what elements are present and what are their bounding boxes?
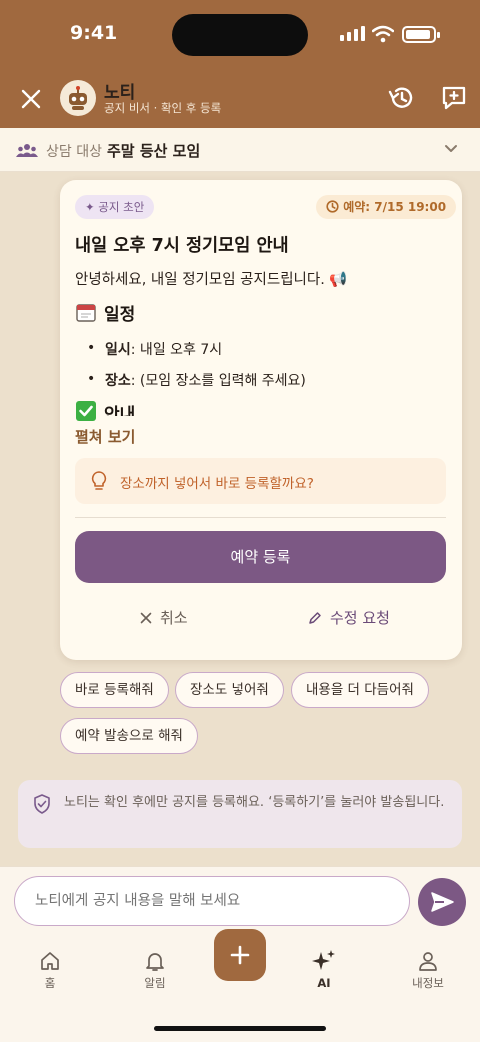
tab-alerts[interactable]: 알림 [115, 950, 195, 991]
create-button[interactable] [214, 929, 266, 981]
bullet-location: 장소: (모임 장소를 입력해 주세요) [105, 373, 306, 389]
dynamic-island [172, 14, 308, 56]
context-value: 주말 등산 모임 [107, 142, 201, 160]
context-label: 상담 대상 [46, 144, 102, 160]
schedule-badge: 예약: 7/15 19:00 [316, 195, 457, 219]
draft-badge-label: 공지 초안 [98, 200, 145, 214]
chip-add-location[interactable]: 장소도 넣어줘 [175, 672, 284, 708]
chip-schedule-send[interactable]: 예약 발송으로 해줘 [60, 718, 198, 754]
safety-notice [18, 780, 462, 848]
notice-title: 내일 오후 7시 정기모임 안내 [75, 236, 289, 256]
bullet-dot: • [87, 371, 96, 387]
signal-icon [340, 26, 365, 41]
home-icon [41, 952, 59, 970]
chip-refine-content[interactable]: 내용을 더 다듬어줘 [291, 672, 429, 708]
history-icon[interactable] [387, 84, 415, 112]
message-input[interactable] [14, 876, 410, 926]
group-icon [16, 144, 38, 157]
bullet-dot: • [87, 340, 96, 356]
section-heading-schedule: 일정 [104, 305, 136, 325]
home-indicator [154, 1026, 326, 1031]
tab-home-label: 홈 [44, 976, 56, 990]
check-mark-icon [76, 401, 96, 421]
send-button[interactable] [418, 878, 466, 926]
robot-avatar-icon [69, 86, 87, 110]
bullet-datetime: 일시: 내일 오후 7시 [105, 342, 223, 358]
battery-icon [402, 26, 440, 43]
send-icon [431, 892, 454, 912]
person-icon [419, 952, 437, 971]
tab-ai-label: AI [317, 976, 331, 990]
tab-ai[interactable]: AI [284, 948, 364, 990]
edit-request-button[interactable]: 수정 요청 [308, 607, 390, 628]
clock-icon [326, 200, 339, 213]
notice-greeting: 안녕하세요, 내일 정기모임 공지드립니다. 📢 [75, 272, 348, 288]
sparkle-icon [312, 950, 335, 970]
lightbulb-icon [91, 471, 107, 490]
suggestion-text: 장소까지 넣어서 바로 등록할까요? [120, 476, 314, 492]
close-icon [140, 612, 152, 624]
close-icon[interactable] [20, 88, 42, 110]
section-heading-info: 안내 [104, 405, 136, 416]
shield-check-icon [34, 794, 50, 814]
pencil-icon [309, 612, 321, 624]
wifi-icon [372, 25, 394, 43]
new-chat-icon[interactable] [440, 84, 468, 112]
status-time: 9:41 [70, 22, 118, 44]
calendar-icon [76, 304, 96, 322]
assistant-subtitle: 공지 비서 · 확인 후 등록 [104, 101, 222, 115]
schedule-register-button[interactable]: 예약 등록 [75, 531, 446, 583]
tab-profile-label: 내정보 [412, 976, 444, 990]
bell-icon [146, 953, 164, 971]
edit-request-button-label: 수정 요청 [330, 609, 390, 627]
tab-home[interactable]: 홈 [10, 950, 90, 991]
cancel-button-label: 취소 [160, 609, 188, 627]
safety-notice-text: 노티는 확인 후에만 공지를 등록해요. ‘등록하기’를 눌러야 발송됩니다. [64, 795, 445, 810]
draft-badge: ✦ 공지 초안 [75, 195, 155, 219]
sparkle-icon: ✦ [85, 200, 95, 214]
avatar [60, 80, 96, 116]
chip-register-now[interactable]: 바로 등록해줘 [60, 672, 169, 708]
chevron-down-icon[interactable] [444, 144, 458, 154]
plus-icon [230, 945, 250, 965]
cancel-button[interactable]: 취소 [140, 607, 188, 628]
expand-link[interactable]: 펼쳐 보기 [75, 426, 135, 447]
tab-alerts-label: 알림 [144, 976, 166, 990]
divider [75, 517, 446, 518]
schedule-badge-label: 예약: 7/15 19:00 [343, 200, 447, 214]
tab-profile[interactable]: 내정보 [388, 950, 468, 991]
